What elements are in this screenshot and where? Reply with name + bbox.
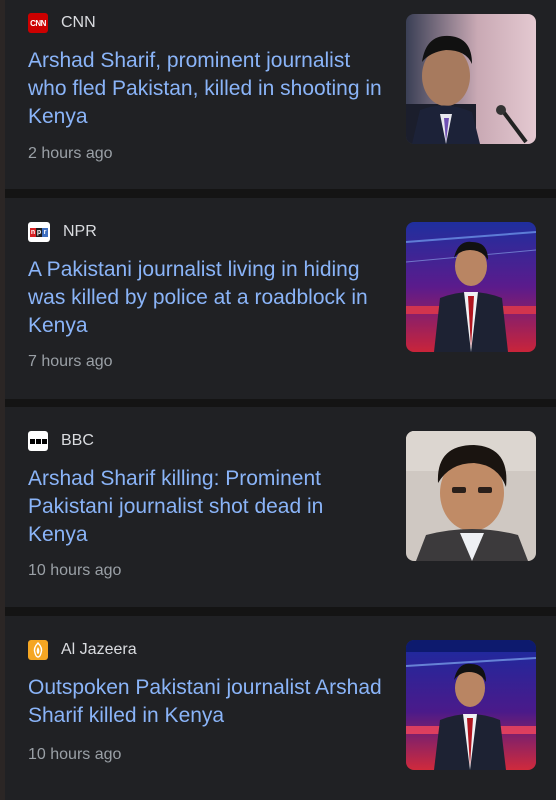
bbc-logo-icon: [28, 431, 48, 451]
thumbnail-image: [406, 14, 536, 144]
news-card[interactable]: CNN CNN Arshad Sharif, prominent journal…: [5, 0, 556, 189]
bbc-block: [41, 438, 47, 444]
bbc-block: [29, 438, 35, 444]
news-card[interactable]: n p r NPR A Pakistani journalist living …: [5, 198, 556, 399]
headline-link[interactable]: Arshad Sharif, prominent journalist who …: [28, 47, 388, 131]
cnn-logo-icon: CNN: [28, 13, 48, 33]
article-thumbnail[interactable]: [406, 640, 536, 770]
news-card[interactable]: Al Jazeera Outspoken Pakistani journalis…: [5, 616, 556, 800]
npr-logo-icon: n p r: [28, 222, 50, 242]
news-card[interactable]: BBC Arshad Sharif killing: Prominent Pak…: [5, 407, 556, 607]
headline-link[interactable]: Outspoken Pakistani journalist Arshad Sh…: [28, 674, 388, 730]
bbc-block: [35, 438, 41, 444]
headline-link[interactable]: A Pakistani journalist living in hiding …: [28, 256, 388, 340]
thumbnail-image: [406, 431, 536, 561]
news-feed: CNN CNN Arshad Sharif, prominent journal…: [5, 0, 556, 800]
al-jazeera-logo-icon: [28, 640, 48, 660]
npr-logo-r: r: [42, 227, 48, 237]
thumbnail-image: [406, 640, 536, 770]
article-thumbnail[interactable]: [406, 222, 536, 352]
headline-link[interactable]: Arshad Sharif killing: Prominent Pakista…: [28, 465, 388, 549]
article-thumbnail[interactable]: [406, 431, 536, 561]
news-source: Al Jazeera: [28, 639, 137, 661]
source-name: NPR: [63, 223, 97, 240]
timestamp: 2 hours ago: [28, 145, 113, 162]
source-name: CNN: [61, 14, 96, 31]
timestamp: 7 hours ago: [28, 353, 113, 370]
news-source: BBC: [28, 430, 94, 452]
cnn-logo-text: CNN: [30, 18, 46, 28]
source-name: BBC: [61, 432, 94, 449]
article-thumbnail[interactable]: [406, 14, 536, 144]
timestamp: 10 hours ago: [28, 746, 122, 763]
source-name: Al Jazeera: [61, 641, 137, 658]
thumbnail-image: [406, 222, 536, 352]
timestamp: 10 hours ago: [28, 562, 122, 579]
news-source: n p r NPR: [28, 221, 97, 243]
news-source: CNN CNN: [28, 12, 96, 34]
al-jazeera-flame-shape: [33, 642, 43, 658]
